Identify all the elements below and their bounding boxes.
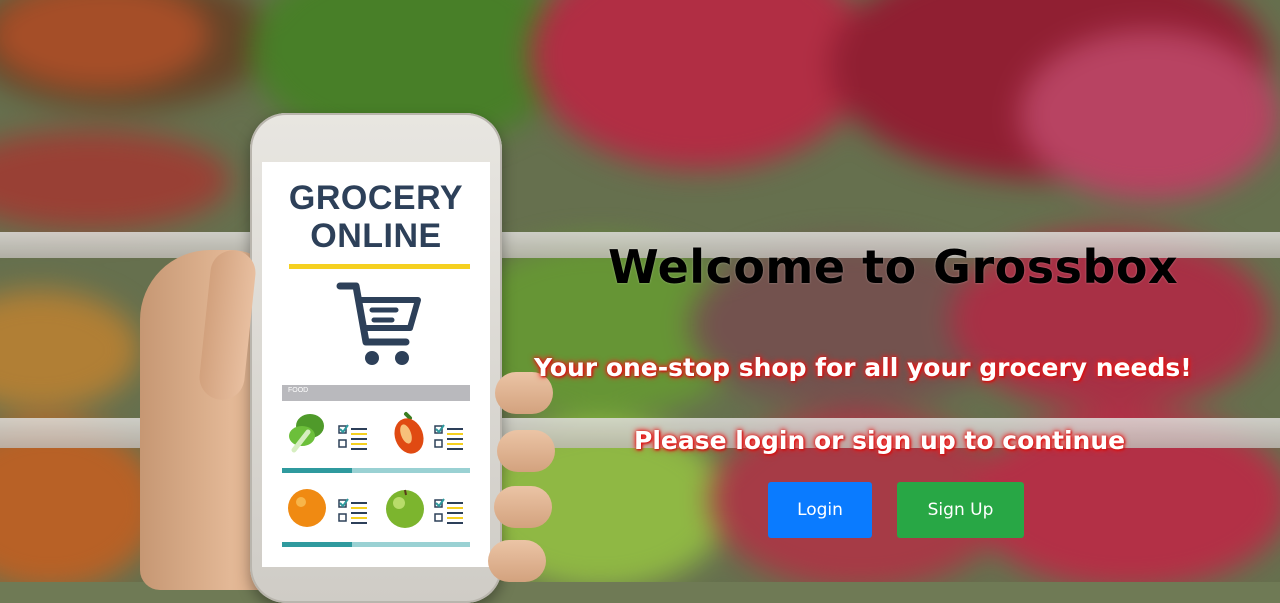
tagline: Your one-stop shop for all your grocery …: [534, 353, 1192, 382]
checklist-icon: [434, 498, 463, 524]
finger-image: [494, 486, 552, 528]
apple-icon: [386, 489, 424, 528]
orange-icon: [288, 489, 326, 527]
login-prompt: Please login or sign up to continue: [634, 426, 1126, 455]
signup-button[interactable]: Sign Up: [897, 482, 1024, 538]
phone-screen: GROCERY ONLINE FOOD: [262, 162, 490, 567]
checklist-icon: [338, 424, 367, 450]
checklist-icon: [338, 498, 367, 524]
cart-icon: [336, 282, 421, 365]
food-section-label: FOOD: [288, 387, 309, 394]
finger-image: [488, 540, 546, 582]
progress-bar: [282, 468, 470, 473]
food-section-header: FOOD: [282, 385, 470, 401]
progress-bar: [282, 542, 470, 547]
bell-pepper-icon: [394, 412, 424, 454]
lettuce-icon: [289, 414, 324, 453]
welcome-title: Welcome to Grossbox: [608, 240, 1179, 294]
login-button[interactable]: Login: [768, 482, 872, 538]
accent-bar: [289, 264, 470, 269]
phone-app-title-line1: GROCERY: [288, 179, 464, 217]
phone-app-title-line2: ONLINE: [310, 217, 442, 255]
checklist-icon: [434, 424, 463, 450]
finger-image: [497, 430, 555, 472]
